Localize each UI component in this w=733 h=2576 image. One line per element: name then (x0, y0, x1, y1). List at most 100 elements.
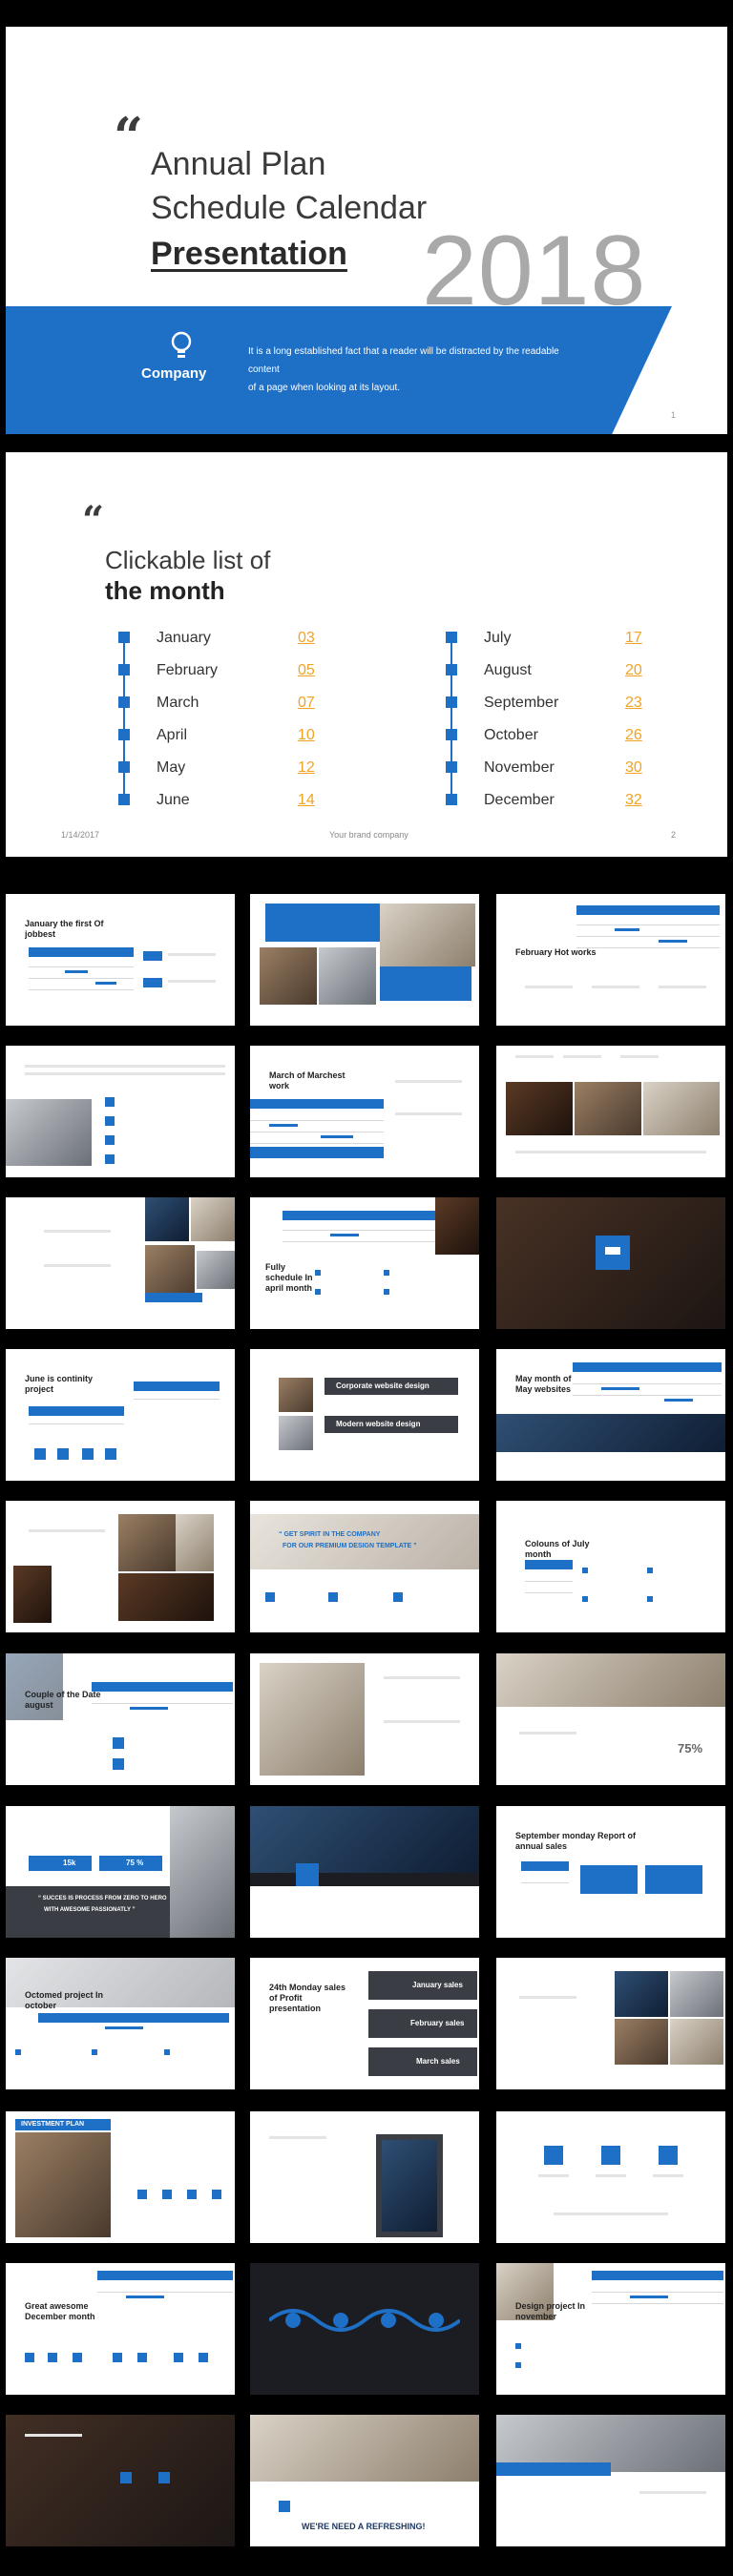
month-link-july[interactable]: July 17 (446, 630, 696, 647)
bullet-square (118, 794, 130, 805)
thumbnail-slide-23[interactable]: September monday Report of annual sales (496, 1806, 725, 1938)
lightbulb-icon (171, 331, 192, 358)
mini-calendar-table (29, 947, 134, 995)
month-link-june[interactable]: June 14 (118, 792, 368, 809)
thumbnail-slide-12[interactable]: June is continity project (6, 1349, 235, 1481)
month-list-slide[interactable]: “ Clickable list of the month January 03 … (6, 452, 727, 857)
mini-table (525, 1560, 573, 1617)
bullet-square (118, 729, 130, 740)
month-page[interactable]: 03 (298, 630, 315, 647)
thumbnail-slide-6[interactable] (6, 1046, 235, 1177)
bullet-square (446, 632, 457, 643)
month-name: June (157, 792, 190, 808)
mini-calendar-table (283, 1211, 435, 1255)
month-page[interactable]: 17 (625, 630, 642, 647)
sales-label-1: January sales (412, 1981, 463, 1989)
thumbnail-slide-10[interactable]: Fully schedule In april month (250, 1197, 479, 1329)
month-page[interactable]: 14 (298, 792, 315, 809)
month-page[interactable]: 32 (625, 792, 642, 809)
month-page[interactable]: 07 (298, 695, 315, 712)
month-link-january[interactable]: January 03 (118, 630, 368, 647)
thumbnail-slide-5[interactable]: February Hot works (496, 894, 725, 1026)
month-name: December (484, 792, 555, 808)
thumbnail-slide-3[interactable]: January the first Of jobbest (6, 894, 235, 1026)
month-page[interactable]: 10 (298, 727, 315, 744)
thumbnail-slide-17[interactable]: Colouns of July month (496, 1501, 725, 1632)
month-link-october[interactable]: October 26 (446, 727, 696, 744)
thumbnail-slide-25[interactable]: 24th Monday sales of Profit presentation… (250, 1958, 479, 2089)
thumbnail-slide-9[interactable] (6, 1197, 235, 1329)
title-slide[interactable]: “ 2018 Annual Plan Schedule Calendar Pre… (6, 27, 727, 434)
thumb-title: January the first Of jobbest (25, 919, 104, 939)
mini-calendar-table (92, 1682, 233, 1720)
mini-calendar-table (592, 2271, 723, 2328)
bullet-square (118, 664, 130, 675)
thumbnail-slide-21[interactable]: 15k 75 % “ SUCCES IS PROCESS FROM ZERO T… (6, 1806, 235, 1938)
percent-value: 75% (678, 1741, 703, 1755)
month-page[interactable]: 05 (298, 662, 315, 679)
thumbnail-slide-13[interactable]: Corporate website design Modern website … (250, 1349, 479, 1481)
slide-title-line-2: the month (105, 576, 225, 605)
bullet-square (446, 761, 457, 773)
quote-mark: “ (82, 498, 105, 543)
month-link-december[interactable]: December 32 (446, 792, 696, 809)
thumb-title: Colouns of July month (525, 1539, 590, 1559)
thumb-quote-line-1: “ GET SPIRIT IN THE COMPANY (279, 1531, 381, 1538)
thumb-title: September monday Report of annual sales (515, 1831, 637, 1851)
thumb-title: 24th Monday sales of Profit presentation (269, 1983, 346, 2013)
thumbnail-slide-31[interactable] (250, 2263, 479, 2395)
thumb-heading: Modern website design (336, 1420, 421, 1428)
thumbnail-slide-20[interactable]: 75% (496, 1653, 725, 1785)
month-link-april[interactable]: April 10 (118, 727, 368, 744)
month-page[interactable]: 30 (625, 759, 642, 777)
thumbnail-slide-14[interactable]: May month of May websites (496, 1349, 725, 1481)
month-page[interactable]: 20 (625, 662, 642, 679)
month-link-february[interactable]: February 05 (118, 662, 368, 679)
month-name: February (157, 662, 219, 678)
thumbnail-slide-30[interactable]: Great awesome December month (6, 2263, 235, 2395)
thumbnail-slide-16[interactable]: “ GET SPIRIT IN THE COMPANY FOR OUR PREM… (250, 1501, 479, 1632)
footer-date: 1/14/2017 (61, 830, 100, 840)
month-link-march[interactable]: March 07 (118, 695, 368, 712)
thumbnail-slide-34[interactable]: WE'RE NEED A REFRESHING! (250, 2415, 479, 2546)
thumbnail-slide-28[interactable] (250, 2111, 479, 2243)
month-name: August (484, 662, 532, 678)
thumb-heading: INVESTMENT PLAN (21, 2121, 85, 2128)
year-label: 2018 (422, 216, 647, 326)
month-link-august[interactable]: August 20 (446, 662, 696, 679)
stat-percent: 75 % (126, 1859, 144, 1867)
mini-table (134, 1381, 220, 1410)
thumbnail-slide-4[interactable] (250, 894, 479, 1026)
bullet-square (446, 664, 457, 675)
month-name: March (157, 695, 199, 711)
bullet-square (118, 696, 130, 708)
month-name: July (484, 630, 512, 646)
thumbnail-slide-18[interactable]: Couple of the Date august (6, 1653, 235, 1785)
thumbnail-slide-27[interactable]: INVESTMENT PLAN (6, 2111, 235, 2243)
thumbnail-slide-15[interactable] (6, 1501, 235, 1632)
thumbnail-slide-8[interactable] (496, 1046, 725, 1177)
month-link-november[interactable]: November 30 (446, 759, 696, 777)
slide-title-line-1: Clickable list of (105, 546, 271, 574)
thumbnail-slide-35[interactable] (496, 2415, 725, 2546)
month-page[interactable]: 12 (298, 759, 315, 777)
thumbnail-slide-19[interactable] (250, 1653, 479, 1785)
month-link-september[interactable]: September 23 (446, 695, 696, 712)
thumbnail-slide-22[interactable] (250, 1806, 479, 1938)
quote-line-1: “ SUCCES IS PROCESS FROM ZERO TO HERO (38, 1896, 167, 1901)
thumbnail-slide-29[interactable] (496, 2111, 725, 2243)
thumbnail-slide-24[interactable]: Octomed project In october (6, 1958, 235, 2089)
thumbnail-slide-33[interactable] (6, 2415, 235, 2546)
sales-label-2: February sales (410, 2019, 465, 2027)
thumbnail-slide-7[interactable]: March of Marchest work (250, 1046, 479, 1177)
thumbnail-slide-11[interactable] (496, 1197, 725, 1329)
month-link-may[interactable]: May 12 (118, 759, 368, 777)
thumbnail-slide-26[interactable] (496, 1958, 725, 2089)
thumbnail-slide-32[interactable]: Design project In november (496, 2263, 725, 2395)
month-column-right: July 17 August 20 September 23 October 26 No… (446, 630, 696, 811)
month-page[interactable]: 26 (625, 727, 642, 744)
page-number: 1 (671, 410, 677, 420)
sales-label-3: March sales (416, 2057, 460, 2066)
month-page[interactable]: 23 (625, 695, 642, 712)
thumb-quote-line-2: FOR OUR PREMIUM DESIGN TEMPLATE ” (283, 1543, 417, 1549)
